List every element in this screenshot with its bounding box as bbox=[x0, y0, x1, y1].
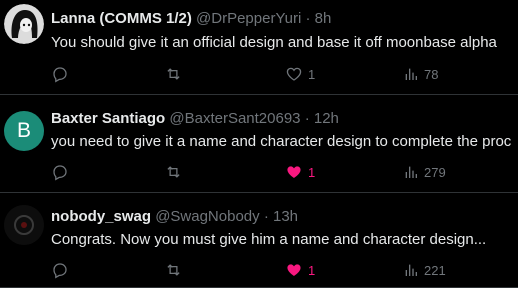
tweet-header: Lanna (COMMS 1/2) @DrPepperYuri · 8h bbox=[51, 10, 518, 28]
user-handle[interactable]: @DrPepperYuri bbox=[196, 10, 301, 27]
separator: · bbox=[305, 10, 311, 27]
analytics-icon bbox=[405, 264, 417, 276]
reply-button[interactable] bbox=[51, 260, 69, 280]
reply-button[interactable] bbox=[51, 64, 69, 84]
like-button[interactable]: 1 bbox=[285, 162, 315, 182]
views-button[interactable]: 279 bbox=[403, 162, 446, 182]
tweet-header: nobody_swag @SwagNobody · 13h bbox=[51, 208, 518, 226]
tweet[interactable]: nobody_swag @SwagNobody · 13h Congrats. … bbox=[0, 193, 518, 288]
tweet-header: Baxter Santiago @BaxterSant20693 · 12h bbox=[51, 110, 518, 128]
tweet-text: Congrats. Now you must give him a name a… bbox=[51, 231, 487, 248]
action-bar: 1 279 bbox=[51, 162, 518, 182]
avatar[interactable] bbox=[4, 205, 44, 245]
tweet-text: You should give it an official design an… bbox=[51, 34, 497, 51]
tweet[interactable]: Lanna (COMMS 1/2) @DrPepperYuri · 8h You… bbox=[0, 0, 518, 95]
like-count: 1 bbox=[308, 66, 316, 82]
like-count: 1 bbox=[308, 164, 316, 180]
like-button[interactable]: 1 bbox=[285, 260, 315, 280]
like-button[interactable]: 1 bbox=[285, 64, 315, 84]
user-handle[interactable]: @BaxterSant20693 bbox=[169, 110, 300, 127]
retweet-button[interactable] bbox=[164, 64, 183, 84]
retweet-button[interactable] bbox=[164, 260, 183, 280]
display-name[interactable]: Baxter Santiago bbox=[51, 110, 165, 127]
analytics-icon bbox=[405, 68, 417, 80]
view-count: 221 bbox=[424, 262, 446, 278]
tweet[interactable]: B Baxter Santiago @BaxterSant20693 · 12h… bbox=[0, 95, 518, 193]
heart-outline-icon bbox=[286, 67, 302, 81]
tweet-text: you need to give it a name and character… bbox=[51, 133, 512, 150]
retweet-icon bbox=[167, 68, 180, 80]
action-bar: 1 221 bbox=[51, 260, 518, 280]
retweet-icon bbox=[167, 166, 180, 178]
heart-filled-icon bbox=[287, 264, 301, 276]
display-name[interactable]: nobody_swag bbox=[51, 208, 151, 225]
user-handle[interactable]: @SwagNobody bbox=[155, 208, 259, 225]
reply-icon bbox=[53, 165, 67, 181]
display-name[interactable]: Lanna (COMMS 1/2) bbox=[51, 10, 192, 27]
view-count: 78 bbox=[424, 66, 439, 82]
view-count: 279 bbox=[424, 164, 446, 180]
timestamp[interactable]: 13h bbox=[273, 208, 298, 225]
retweet-icon bbox=[167, 264, 180, 276]
retweet-button[interactable] bbox=[164, 162, 183, 182]
reply-icon bbox=[53, 67, 67, 83]
timestamp[interactable]: 8h bbox=[315, 10, 332, 27]
avatar[interactable]: B bbox=[4, 111, 44, 151]
like-count: 1 bbox=[308, 262, 316, 278]
separator: · bbox=[304, 110, 310, 127]
views-button[interactable]: 221 bbox=[403, 260, 446, 280]
action-bar: 1 78 bbox=[51, 64, 518, 84]
views-button[interactable]: 78 bbox=[403, 64, 438, 84]
reply-icon bbox=[53, 263, 67, 279]
avatar[interactable] bbox=[4, 4, 44, 44]
heart-filled-icon bbox=[287, 166, 301, 178]
separator: · bbox=[263, 208, 269, 225]
analytics-icon bbox=[405, 166, 417, 178]
reply-button[interactable] bbox=[51, 162, 69, 182]
timestamp[interactable]: 12h bbox=[314, 110, 339, 127]
